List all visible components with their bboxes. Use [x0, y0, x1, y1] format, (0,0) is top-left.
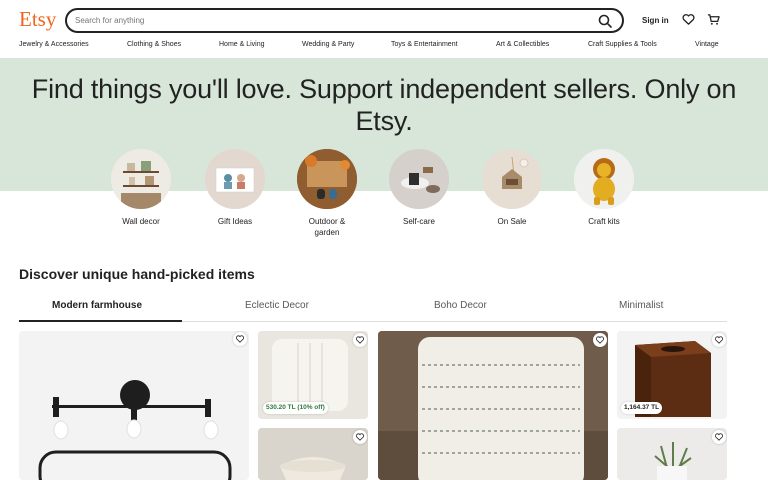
heart-icon	[596, 336, 604, 344]
striped-pillow-image	[378, 331, 608, 480]
category-clothing[interactable]: Clothing & Shoes	[127, 41, 181, 48]
wall-decor-label[interactable]: Wall decor	[96, 216, 186, 227]
hero-title: Find things you'll love. Support indepen…	[31, 74, 737, 136]
heart-icon[interactable]	[682, 13, 695, 26]
heart-icon	[356, 336, 364, 344]
craft-kits-image[interactable]	[574, 149, 634, 209]
outdoor-garden-image[interactable]	[297, 149, 357, 209]
favorite-button[interactable]	[593, 333, 607, 347]
category-nav: Jewelry & Accessories Clothing & Shoes H…	[0, 41, 768, 55]
heart-icon	[236, 335, 244, 343]
tab-boho-decor[interactable]: Boho Decor	[434, 300, 487, 311]
favorite-button[interactable]	[712, 430, 726, 444]
price-label: 1,164.37 TL	[624, 404, 660, 411]
plant-image	[617, 428, 727, 480]
listing-card[interactable]: 1,164.37 TL	[617, 331, 727, 419]
favorite-button[interactable]	[353, 333, 367, 347]
listing-card[interactable]	[378, 331, 608, 480]
tab-eclectic-decor[interactable]: Eclectic Decor	[245, 300, 309, 311]
style-tabs: Modern farmhouse Eclectic Decor Boho Dec…	[19, 296, 727, 322]
category-home[interactable]: Home & Living	[219, 41, 265, 48]
site-header: Etsy Sign in Jewelry & Accessories Cloth…	[0, 0, 768, 58]
category-vintage[interactable]: Vintage	[695, 41, 719, 48]
discount-label: (10% off)	[297, 404, 325, 411]
category-art[interactable]: Art & Collectibles	[496, 41, 549, 48]
craft-kits-label[interactable]: Craft kits	[559, 216, 649, 227]
category-jewelry[interactable]: Jewelry & Accessories	[19, 41, 89, 48]
heart-icon	[715, 336, 723, 344]
heart-icon	[715, 433, 723, 441]
wall-decor-image[interactable]	[111, 149, 171, 209]
favorite-button[interactable]	[233, 332, 247, 346]
outdoor-garden-label[interactable]: Outdoor & garden	[304, 216, 350, 238]
sale-price: 530.20 TL	[266, 404, 296, 411]
category-toys[interactable]: Toys & Entertainment	[391, 41, 458, 48]
listing-card[interactable]: 530.20 TL (10% off)	[258, 331, 368, 419]
price-badge: 530.20 TL (10% off)	[263, 402, 328, 414]
sign-in-link[interactable]: Sign in	[642, 16, 669, 25]
section-title: Discover unique hand-picked items	[19, 266, 255, 282]
on-sale-image[interactable]	[482, 149, 542, 209]
listing-card[interactable]	[617, 428, 727, 480]
tab-minimalist[interactable]: Minimalist	[619, 300, 663, 311]
category-craft[interactable]: Craft Supplies & Tools	[588, 41, 657, 48]
cart-icon[interactable]	[707, 13, 720, 26]
search-icon[interactable]	[598, 14, 612, 28]
search-input[interactable]	[75, 13, 575, 28]
active-tab-indicator	[19, 320, 182, 322]
heart-icon	[356, 433, 364, 441]
listing-card[interactable]	[19, 331, 249, 480]
favorite-button[interactable]	[353, 430, 367, 444]
on-sale-label[interactable]: On Sale	[467, 216, 557, 227]
wall-sconce-image	[19, 331, 249, 480]
etsy-logo[interactable]: Etsy	[19, 7, 56, 32]
favorite-button[interactable]	[712, 333, 726, 347]
gift-ideas-label[interactable]: Gift Ideas	[190, 216, 280, 227]
category-wedding[interactable]: Wedding & Party	[302, 41, 354, 48]
price-badge: 1,164.37 TL	[621, 402, 663, 414]
listing-card[interactable]	[258, 428, 368, 480]
tab-modern-farmhouse[interactable]: Modern farmhouse	[52, 300, 142, 311]
self-care-image[interactable]	[389, 149, 449, 209]
gift-ideas-image[interactable]	[205, 149, 265, 209]
search-bar[interactable]	[65, 8, 624, 33]
self-care-label[interactable]: Self-care	[374, 216, 464, 227]
bowl-image	[258, 428, 368, 480]
